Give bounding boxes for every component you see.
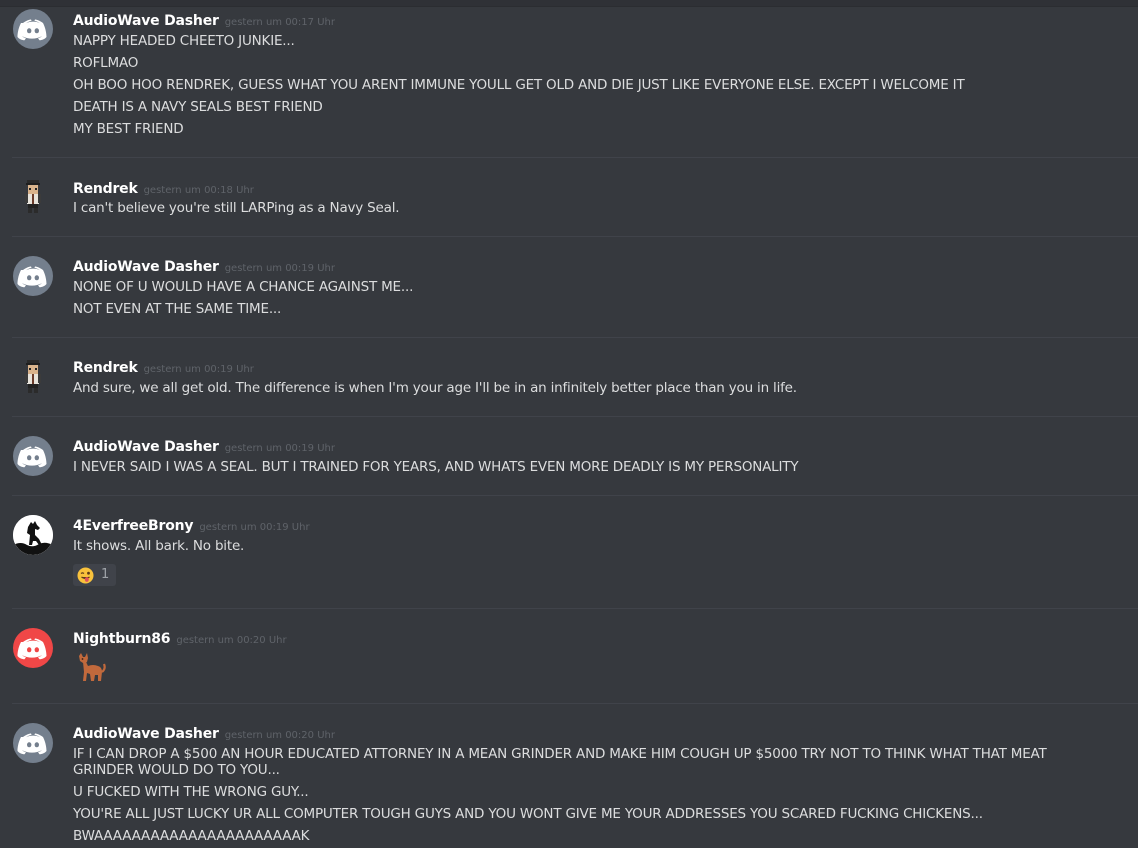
timestamp[interactable]: gestern um 00:18 Uhr: [144, 185, 254, 196]
pixel-character-avatar[interactable]: [13, 357, 53, 397]
discord-logo-icon: [17, 638, 47, 660]
message-text: BWAAAAAAAAAAAAAAAAAAAAAAK: [73, 828, 310, 844]
timestamp[interactable]: gestern um 00:20 Uhr: [225, 730, 335, 741]
message-text: YOU'RE ALL JUST LUCKY UR ALL COMPUTER TO…: [73, 806, 983, 822]
message-header: Nightburn86 gestern um 00:20 Uhr: [73, 628, 287, 650]
message-header: AudioWave Dasher gestern um 00:19 Uhr: [73, 436, 335, 458]
message-text: NONE OF U WOULD HAVE A CHANCE AGAINST ME…: [73, 279, 414, 295]
horse-silhouette-avatar[interactable]: [13, 515, 53, 555]
username[interactable]: Rendrek: [73, 360, 138, 376]
discord-logo-icon: [17, 733, 47, 755]
message-group: AudioWave Dasher gestern um 00:19 Uhr NON…: [12, 256, 1138, 338]
discord-default-avatar[interactable]: [13, 723, 53, 763]
message-text: I NEVER SAID I WAS A SEAL. BUT I TRAINED…: [73, 459, 799, 475]
message-header: AudioWave Dasher gestern um 00:19 Uhr: [73, 256, 335, 278]
discord-default-avatar[interactable]: [13, 436, 53, 476]
message-text: MY BEST FRIEND: [73, 121, 184, 137]
message-text: NAPPY HEADED CHEETO JUNKIE...: [73, 33, 295, 49]
message-group: Rendrek gestern um 00:19 Uhr And sure, we…: [12, 357, 1138, 417]
pixel-character-avatar[interactable]: [13, 177, 53, 217]
message-header: Rendrek gestern um 00:19 Uhr: [73, 357, 254, 379]
username[interactable]: Rendrek: [73, 181, 138, 197]
message-text: And sure, we all get old. The difference…: [73, 380, 797, 396]
message-group: Nightburn86 gestern um 00:20 Uhr: [12, 628, 1138, 704]
timestamp[interactable]: gestern um 00:19 Uhr: [144, 364, 254, 375]
message-text: U FUCKED WITH THE WRONG GUY...: [73, 784, 309, 800]
username[interactable]: AudioWave Dasher: [73, 439, 219, 455]
message-group: Rendrek gestern um 00:18 Uhr I can't beli…: [12, 177, 1138, 237]
top-divider: [0, 0, 1138, 7]
message-text: DEATH IS A NAVY SEALS BEST FRIEND: [73, 99, 323, 115]
discord-default-avatar[interactable]: [13, 9, 53, 49]
timestamp[interactable]: gestern um 00:17 Uhr: [225, 17, 335, 28]
message-group: AudioWave Dasher gestern um 00:17 Uhr NAP…: [12, 9, 1138, 158]
username[interactable]: Nightburn86: [73, 631, 171, 647]
horse-silhouette-icon: [13, 515, 53, 555]
username[interactable]: AudioWave Dasher: [73, 259, 219, 275]
message-text: OH BOO HOO RENDREK, GUESS WHAT YOU ARENT…: [73, 77, 965, 93]
message-header: 4EverfreeBrony gestern um 00:19 Uhr: [73, 515, 310, 537]
reaction-button[interactable]: 1: [73, 564, 116, 586]
cat-emoji-icon: [73, 652, 107, 688]
timestamp[interactable]: gestern um 00:19 Uhr: [225, 263, 335, 274]
message-text: NOT EVEN AT THE SAME TIME...: [73, 301, 282, 317]
message-text: GRINDER WOULD DO TO YOU...: [73, 762, 280, 778]
pixel-character-icon: [25, 180, 41, 213]
message-header: AudioWave Dasher gestern um 00:20 Uhr: [73, 723, 335, 745]
username[interactable]: AudioWave Dasher: [73, 13, 219, 29]
timestamp[interactable]: gestern um 00:20 Uhr: [176, 635, 286, 646]
message-group: AudioWave Dasher gestern um 00:20 Uhr IF …: [12, 723, 1138, 848]
pixel-character-icon: [25, 360, 41, 393]
stuck-out-tongue-winking-eye-emoji-icon: [77, 567, 94, 588]
timestamp[interactable]: gestern um 00:19 Uhr: [199, 522, 309, 533]
message-group: 4EverfreeBrony gestern um 00:19 Uhr It sh…: [12, 515, 1138, 609]
message-text: IF I CAN DROP A $500 AN HOUR EDUCATED AT…: [73, 746, 1047, 762]
discord-logo-icon: [17, 19, 47, 41]
message-text: ROFLMAO: [73, 55, 139, 71]
discord-red-avatar[interactable]: [13, 628, 53, 668]
discord-logo-icon: [17, 446, 47, 468]
discord-default-avatar[interactable]: [13, 256, 53, 296]
message-header: AudioWave Dasher gestern um 00:17 Uhr: [73, 10, 335, 32]
message-text: It shows. All bark. No bite.: [73, 538, 245, 554]
username[interactable]: 4EverfreeBrony: [73, 518, 194, 534]
username[interactable]: AudioWave Dasher: [73, 726, 219, 742]
reaction-count: 1: [101, 567, 110, 582]
timestamp[interactable]: gestern um 00:19 Uhr: [225, 443, 335, 454]
message-text: I can't believe you're still LARPing as …: [73, 200, 400, 216]
message-group: AudioWave Dasher gestern um 00:19 Uhr I N…: [12, 436, 1138, 496]
discord-logo-icon: [17, 266, 47, 288]
message-header: Rendrek gestern um 00:18 Uhr: [73, 178, 254, 200]
